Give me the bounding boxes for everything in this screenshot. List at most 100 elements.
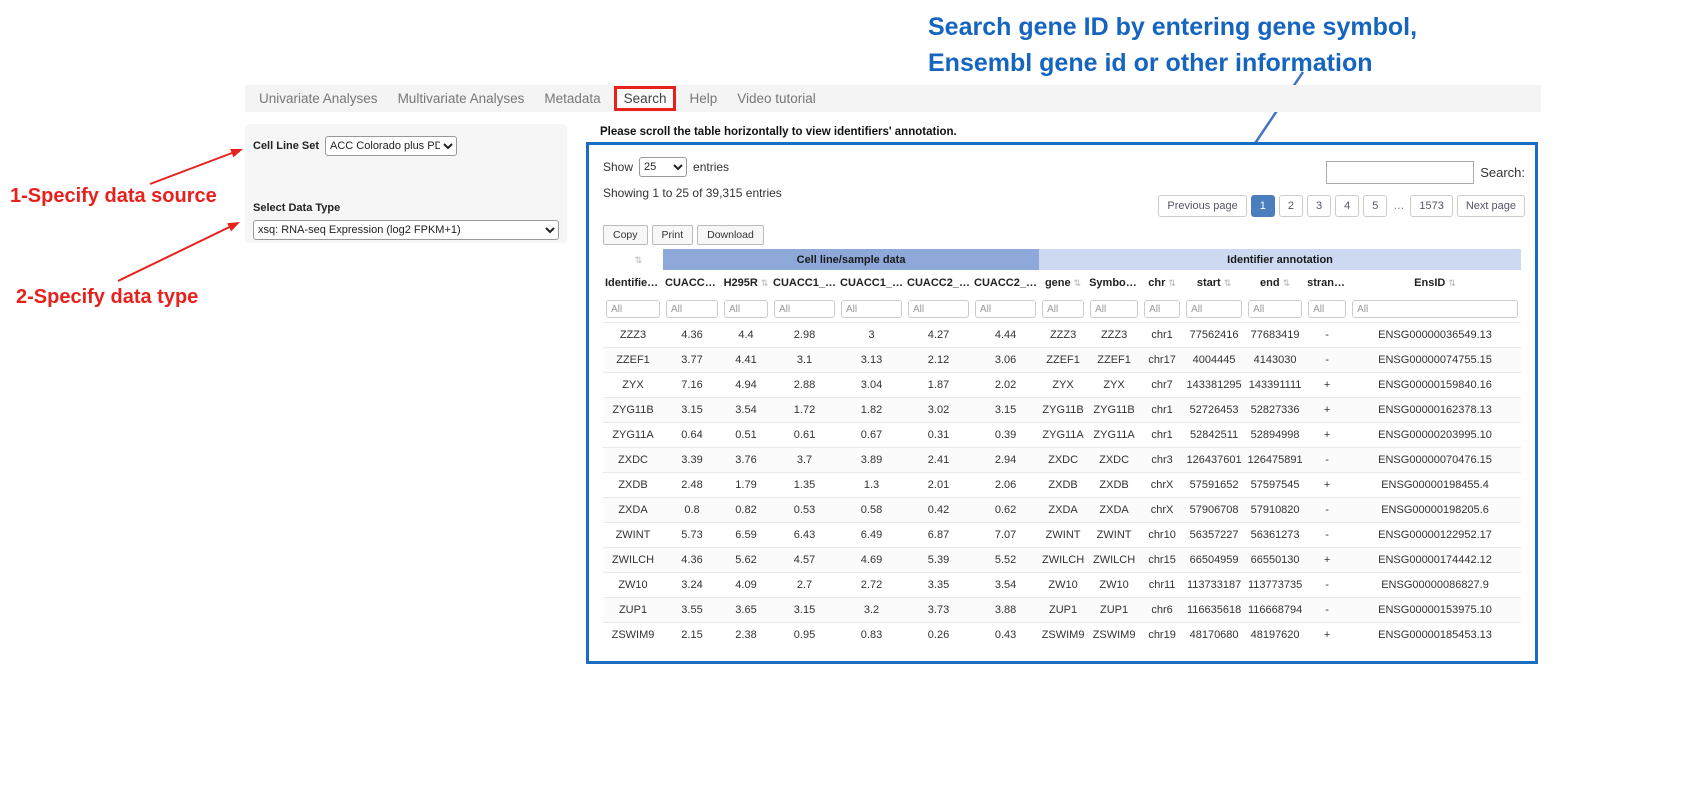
sort-icon[interactable]: ⇅ — [1448, 278, 1456, 288]
table-cell: 3.06 — [972, 348, 1039, 373]
table-row[interactable]: ZWINT5.736.596.436.496.877.07ZWINTZWINTc… — [603, 523, 1521, 548]
table-row[interactable]: ZYX7.164.942.883.041.872.02ZYXZYXchr7143… — [603, 373, 1521, 398]
table-row[interactable]: ZUP13.553.653.153.23.733.88ZUP1ZUP1chr61… — [603, 598, 1521, 623]
table-cell: ZW10 — [1039, 573, 1087, 598]
table-row[interactable]: ZWILCH4.365.624.574.695.395.52ZWILCHZWIL… — [603, 548, 1521, 573]
filter-cell-cuacc2 — [663, 296, 721, 323]
table-cell: ZXDB — [1039, 473, 1087, 498]
pagination-next[interactable]: Next page — [1457, 195, 1525, 217]
filter-input-start[interactable] — [1186, 300, 1242, 318]
table-row[interactable]: ZZZ34.364.42.9834.274.44ZZZ3ZZZ3chr17756… — [603, 323, 1521, 348]
table-row[interactable]: ZYG11A0.640.510.610.670.310.39ZYG11AZYG1… — [603, 423, 1521, 448]
table-cell: 0.61 — [771, 423, 838, 448]
table-cell: chr1 — [1141, 423, 1183, 448]
pagination-page-1573[interactable]: 1573 — [1410, 195, 1452, 217]
table-row[interactable]: ZZEF13.774.413.13.132.123.06ZZEF1ZZEF1ch… — [603, 348, 1521, 373]
table-cell: ZYG11A — [1039, 423, 1087, 448]
table-cell: 7.16 — [663, 373, 721, 398]
pagination: Previous page12345…1573Next page — [1158, 195, 1525, 217]
table-search-input[interactable] — [1326, 161, 1474, 184]
table-row[interactable]: ZXDA0.80.820.530.580.420.62ZXDAZXDAchrX5… — [603, 498, 1521, 523]
search-label: Search: — [1480, 165, 1525, 180]
filter-input-ensid[interactable] — [1352, 300, 1518, 318]
copy-button[interactable]: Copy — [603, 225, 648, 245]
filter-input-cuacc2[interactable] — [666, 300, 718, 318]
print-button[interactable]: Print — [652, 225, 694, 245]
data-type-select[interactable]: xsq: RNA-seq Expression (log2 FPKM+1) — [253, 220, 559, 240]
col-header-identifier[interactable]: Identifier⇅ — [603, 270, 663, 296]
col-header-gene[interactable]: gene⇅ — [1039, 270, 1087, 296]
filter-input-identifier[interactable] — [606, 300, 660, 318]
page-length-row: Show 25 entries — [603, 157, 729, 177]
table-row[interactable]: ZSWIM92.152.380.950.830.260.43ZSWIM9ZSWI… — [603, 623, 1521, 648]
table-cell: 48170680 — [1183, 623, 1245, 648]
nav-item-multivariate-analyses[interactable]: Multivariate Analyses — [388, 87, 535, 110]
table-row[interactable]: ZXDB2.481.791.351.32.012.06ZXDBZXDBchrX5… — [603, 473, 1521, 498]
sort-icon[interactable]: ⇅ — [635, 255, 643, 265]
filter-input-symbol[interactable] — [1090, 300, 1138, 318]
filter-input-chr[interactable] — [1144, 300, 1180, 318]
filter-input-cuacc1-f2[interactable] — [841, 300, 902, 318]
pagination-page-5[interactable]: 5 — [1363, 195, 1387, 217]
table-cell: ENSG00000070476.15 — [1349, 448, 1521, 473]
col-header-cuacc2-f1[interactable]: CUACC2_F1⇅ — [905, 270, 972, 296]
pagination-page-1[interactable]: 1 — [1251, 195, 1275, 217]
table-cell: 52842511 — [1183, 423, 1245, 448]
table-cell: ZZZ3 — [1087, 323, 1141, 348]
table-cell: 5.52 — [972, 548, 1039, 573]
table-cell: 2.01 — [905, 473, 972, 498]
pagination-page-4[interactable]: 4 — [1335, 195, 1359, 217]
table-cell: ENSG00000198455.4 — [1349, 473, 1521, 498]
page-length-select[interactable]: 25 — [639, 157, 687, 177]
filter-cell-strand — [1305, 296, 1349, 323]
col-header-strand[interactable]: strand⇅ — [1305, 270, 1349, 296]
sort-icon[interactable]: ⇅ — [1168, 278, 1176, 288]
download-button[interactable]: Download — [697, 225, 764, 245]
col-header-h295r[interactable]: H295R⇅ — [721, 270, 771, 296]
table-cell: 3.2 — [838, 598, 905, 623]
table-cell: ZZEF1 — [1087, 348, 1141, 373]
table-cell: 3.04 — [838, 373, 905, 398]
col-header-symbol[interactable]: Symbol⇅ — [1087, 270, 1141, 296]
table-cell: - — [1305, 573, 1349, 598]
nav-item-search[interactable]: Search — [614, 86, 677, 111]
filter-cell-cuacc1-f1 — [771, 296, 838, 323]
col-header-label: chr — [1148, 277, 1165, 289]
table-row[interactable]: ZXDC3.393.763.73.892.412.94ZXDCZXDCchr31… — [603, 448, 1521, 473]
table-cell: 0.64 — [663, 423, 721, 448]
nav-item-video-tutorial[interactable]: Video tutorial — [727, 87, 826, 110]
filter-input-end[interactable] — [1248, 300, 1302, 318]
pagination-page-2[interactable]: 2 — [1279, 195, 1303, 217]
filter-input-cuacc2-f2[interactable] — [975, 300, 1036, 318]
col-header-ensid[interactable]: EnsID⇅ — [1349, 270, 1521, 296]
filter-input-cuacc1-f1[interactable] — [774, 300, 835, 318]
col-header-cuacc2-f2[interactable]: CUACC2_F2⇅ — [972, 270, 1039, 296]
nav-item-univariate-analyses[interactable]: Univariate Analyses — [249, 87, 388, 110]
sort-icon[interactable]: ⇅ — [761, 278, 769, 288]
table-cell: ENSG00000074755.15 — [1349, 348, 1521, 373]
filter-input-gene[interactable] — [1042, 300, 1084, 318]
pagination-page-3[interactable]: 3 — [1307, 195, 1331, 217]
filter-input-h295r[interactable] — [724, 300, 768, 318]
sort-icon[interactable]: ⇅ — [1283, 278, 1291, 288]
filter-input-strand[interactable] — [1308, 300, 1346, 318]
cell-line-set-select[interactable]: ACC Colorado plus PDX — [325, 136, 457, 156]
table-row[interactable]: ZW103.244.092.72.723.353.54ZW10ZW10chr11… — [603, 573, 1521, 598]
table-row[interactable]: ZYG11B3.153.541.721.823.023.15ZYG11BZYG1… — [603, 398, 1521, 423]
table-cell: ZYG11A — [603, 423, 663, 448]
col-header-cuacc1-f2[interactable]: CUACC1_F2⇅ — [838, 270, 905, 296]
table-cell: chr1 — [1141, 323, 1183, 348]
table-cell: 6.49 — [838, 523, 905, 548]
pagination-previous[interactable]: Previous page — [1158, 195, 1246, 217]
col-header-chr[interactable]: chr⇅ — [1141, 270, 1183, 296]
col-header-end[interactable]: end⇅ — [1245, 270, 1305, 296]
col-header-cuacc2[interactable]: CUACC2⇅ — [663, 270, 721, 296]
sort-icon[interactable]: ⇅ — [1074, 278, 1082, 288]
nav-item-metadata[interactable]: Metadata — [534, 87, 610, 110]
col-header-cuacc1-f1[interactable]: CUACC1_F1⇅ — [771, 270, 838, 296]
filter-input-cuacc2-f1[interactable] — [908, 300, 969, 318]
table-cell: ZUP1 — [1039, 598, 1087, 623]
sort-icon[interactable]: ⇅ — [1224, 278, 1232, 288]
col-header-start[interactable]: start⇅ — [1183, 270, 1245, 296]
nav-item-help[interactable]: Help — [679, 87, 727, 110]
